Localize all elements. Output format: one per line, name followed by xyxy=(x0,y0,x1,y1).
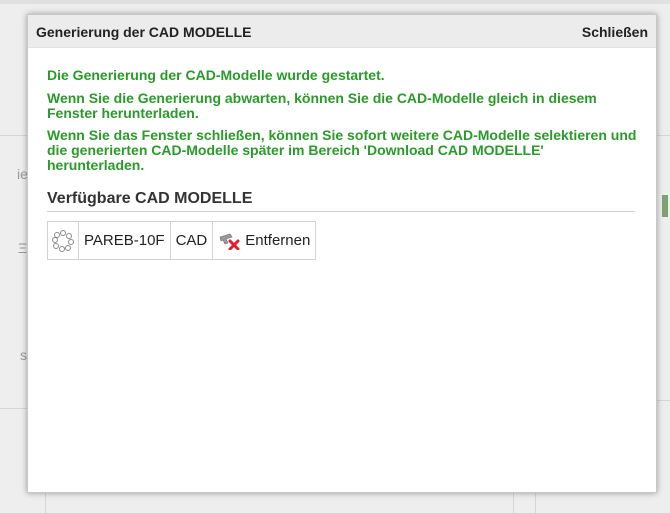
close-info-message: Wenn Sie das Fenster schließen, können S… xyxy=(47,127,637,173)
status-cell xyxy=(47,221,79,260)
model-type: CAD xyxy=(169,221,214,260)
available-models-title: Verfügbare CAD MODELLE xyxy=(47,190,635,212)
remove-icon[interactable] xyxy=(218,232,240,250)
wait-message: Wenn Sie die Generierung abwarten, könne… xyxy=(47,90,597,121)
status-message: Die Generierung der CAD-Modelle wurde ge… xyxy=(47,67,385,83)
dialog-body: Die Generierung der CAD-Modelle wurde ge… xyxy=(28,48,656,260)
remove-label[interactable]: Entfernen xyxy=(245,232,310,249)
dialog-header: Generierung der CAD MODELLE Schließen xyxy=(28,15,656,48)
background-accent xyxy=(662,195,668,217)
background-text-fragment: Ξ xyxy=(18,240,28,256)
table-row: PAREB-10F CAD Entfernen xyxy=(47,221,317,260)
loading-spinner-icon xyxy=(52,229,74,252)
remove-button[interactable]: Entfernen xyxy=(218,222,310,259)
dialog-title: Generierung der CAD MODELLE xyxy=(36,24,252,40)
models-table: PAREB-10F CAD Entfernen xyxy=(47,221,317,260)
model-name: PAREB-10F xyxy=(78,221,171,260)
close-button[interactable]: Schließen xyxy=(582,24,648,40)
background-text-fragment: s xyxy=(20,347,27,363)
cad-generation-dialog: Generierung der CAD MODELLE Schließen Di… xyxy=(27,14,657,493)
remove-cell[interactable]: Entfernen xyxy=(212,221,317,260)
